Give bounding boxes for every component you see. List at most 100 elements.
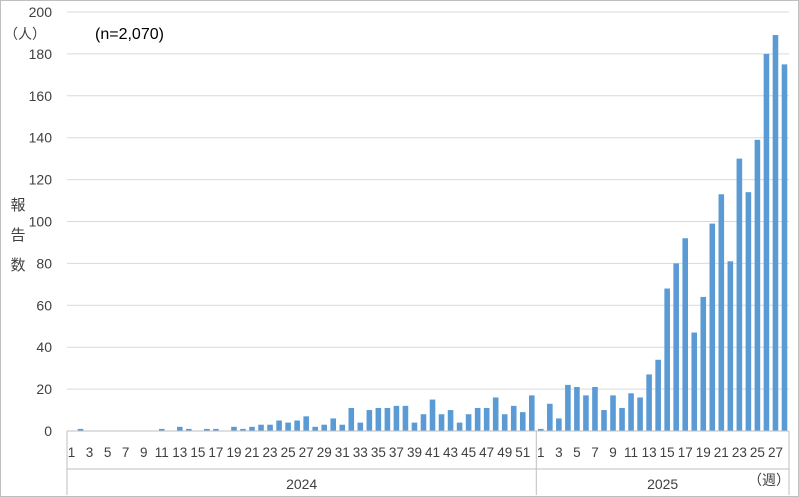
- bar: [556, 418, 562, 431]
- x-tick-label: 23: [263, 445, 278, 460]
- x-tick-label: 9: [140, 445, 148, 460]
- bar: [772, 35, 779, 432]
- bar: [285, 422, 291, 431]
- bar: [402, 405, 409, 431]
- bar: [375, 407, 382, 431]
- bar: [231, 426, 237, 431]
- bar: [763, 53, 770, 432]
- y-tick-label: 200: [29, 4, 53, 20]
- x-tick-label: 1: [68, 445, 76, 460]
- x-tick-label: 17: [208, 445, 223, 460]
- bar: [438, 414, 445, 431]
- bar: [727, 261, 734, 431]
- x-tick-label: 19: [226, 445, 241, 460]
- x-tick-label: 13: [172, 445, 187, 460]
- bar: [601, 410, 607, 431]
- x-tick-label: 11: [624, 445, 638, 460]
- x-tick-label: 47: [479, 445, 494, 460]
- x-tick-label: 21: [714, 445, 729, 460]
- bar: [646, 374, 652, 431]
- bar: [456, 422, 463, 431]
- bar: [321, 424, 328, 431]
- bar: [682, 238, 689, 431]
- x-tick-label: 5: [104, 445, 112, 460]
- bar: [474, 407, 481, 431]
- x-tick-label: 5: [573, 445, 581, 460]
- x-tick-label: 3: [555, 445, 563, 460]
- x-tick-label: 25: [750, 445, 765, 460]
- x-tick-label: 19: [696, 445, 711, 460]
- bar: [492, 397, 499, 431]
- bar: [637, 397, 643, 431]
- x-tick-label: 41: [425, 445, 440, 460]
- x-tick-label: 49: [497, 445, 512, 460]
- x-tick-label: 17: [678, 445, 693, 460]
- bar: [528, 395, 535, 431]
- x-tick-label: 35: [371, 445, 386, 460]
- bar: [312, 426, 318, 431]
- x-tick-label: 1: [537, 445, 545, 460]
- y-axis-unit: （人）: [4, 27, 46, 43]
- bar: [574, 387, 580, 431]
- x-tick-label: 13: [642, 445, 657, 460]
- bar: [339, 424, 346, 431]
- bar: [583, 395, 589, 431]
- bar: [303, 416, 309, 431]
- x-tick-label: 9: [609, 445, 617, 460]
- bar: [691, 332, 698, 431]
- x-tick-label: 15: [190, 445, 205, 460]
- x-tick-label: 51: [515, 445, 530, 460]
- y-tick-label: 20: [36, 381, 52, 397]
- bar: [781, 64, 788, 431]
- y-tick-label: 0: [44, 423, 52, 439]
- x-tick-label: 43: [443, 445, 458, 460]
- bar: [628, 393, 634, 431]
- bar: [592, 387, 598, 431]
- bar: [366, 410, 373, 431]
- bar: [384, 407, 391, 431]
- bar: [736, 158, 743, 431]
- bar: [393, 405, 400, 431]
- bar: [718, 194, 725, 431]
- bar: [348, 407, 355, 431]
- y-tick-label: 80: [36, 255, 52, 271]
- bar: [619, 407, 625, 431]
- bar: [510, 405, 517, 431]
- year-label: 2024: [286, 476, 317, 492]
- bar: [519, 412, 526, 431]
- bar: [447, 410, 454, 431]
- bar: [565, 384, 571, 431]
- x-tick-label: 11: [155, 445, 169, 460]
- bar: [330, 418, 337, 431]
- weekly-report-bar-chart: 0204060801001201401601802001 3 5 7 9 11 13 15 17…: [29, 4, 790, 495]
- x-tick-label: 7: [591, 445, 599, 460]
- x-tick-label: 29: [317, 445, 332, 460]
- x-tick-label: 3: [86, 445, 94, 460]
- bar: [267, 424, 273, 431]
- bar: [501, 414, 508, 431]
- x-tick-label: 39: [407, 445, 422, 460]
- x-tick-label: 27: [299, 445, 314, 460]
- x-tick-label: 31: [335, 445, 350, 460]
- bar: [547, 403, 553, 431]
- bar: [249, 426, 255, 431]
- bar: [745, 192, 752, 431]
- y-tick-label: 120: [29, 172, 53, 188]
- bar: [483, 407, 490, 431]
- bar: [294, 420, 300, 431]
- x-tick-label: 27: [768, 445, 783, 460]
- bar: [610, 395, 616, 431]
- bar: [754, 139, 761, 432]
- y-tick-label: 100: [29, 214, 53, 230]
- x-tick-label: 25: [281, 445, 296, 460]
- bar: [664, 288, 670, 431]
- bar: [655, 359, 661, 431]
- bar: [709, 223, 716, 431]
- x-tick-label: 7: [122, 445, 130, 460]
- year-label: 2025: [647, 476, 678, 492]
- y-tick-label: 160: [29, 88, 53, 104]
- y-tick-label: 60: [36, 297, 52, 313]
- bar: [177, 426, 183, 431]
- bar: [258, 424, 264, 431]
- x-tick-label: 23: [732, 445, 747, 460]
